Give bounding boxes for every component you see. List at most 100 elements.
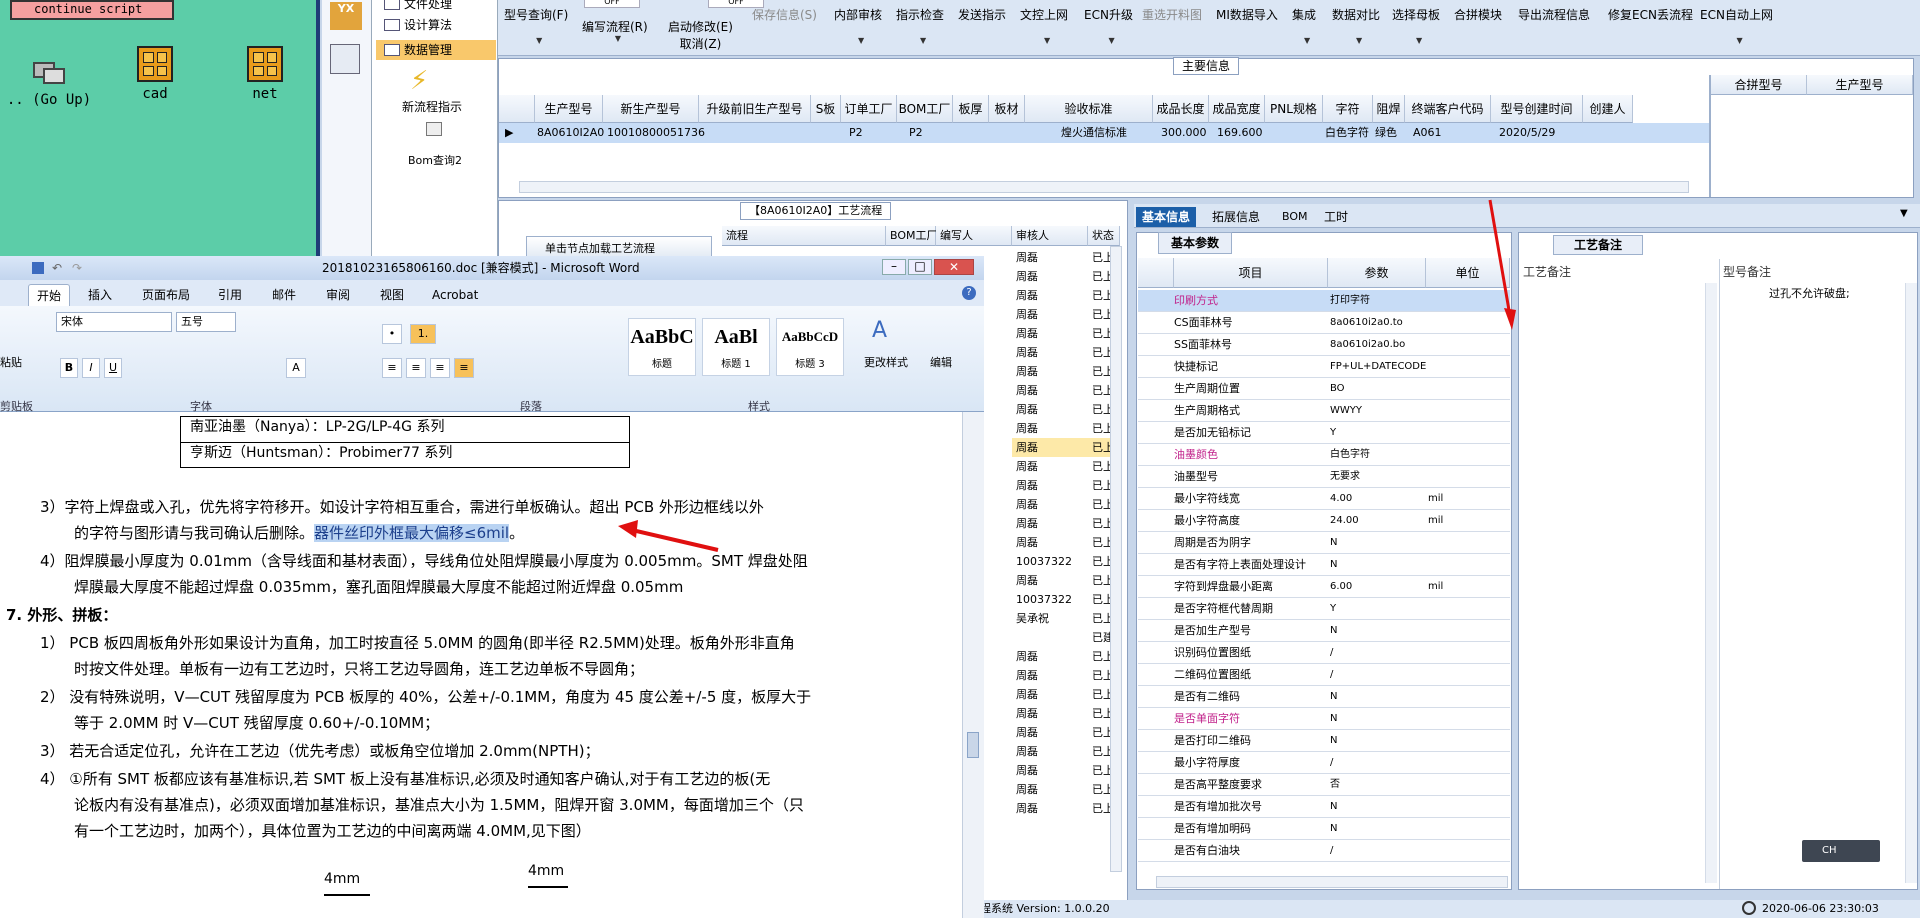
param-row[interactable]: 是否打印二维码 N (1138, 730, 1510, 752)
param-row[interactable]: 是否单面字符 N (1138, 708, 1510, 730)
tab-references[interactable]: 引用 (210, 284, 250, 306)
close-icon[interactable]: ✕ (934, 259, 974, 275)
col-header[interactable]: 字符 (1323, 95, 1373, 123)
col-header[interactable]: 新生产型号 (603, 95, 699, 123)
table-row[interactable]: 周磊 已上 (1012, 438, 1120, 457)
tools-icon[interactable] (330, 44, 360, 74)
h-scrollbar[interactable] (519, 181, 1689, 193)
col-header[interactable]: 审核人 (1012, 226, 1088, 246)
desktop-icon-cad[interactable]: cad (110, 46, 200, 102)
table-row[interactable]: 周磊 已上 (1012, 761, 1120, 780)
tb-internal-review[interactable]: 内部审核 ▼ (834, 6, 882, 45)
table-row[interactable]: 周磊 已上 (1012, 533, 1120, 552)
tab-basic-info[interactable]: 基本信息 (1136, 207, 1197, 227)
maximize-icon[interactable]: □ (908, 259, 932, 275)
col-header[interactable]: 验收标准 (1025, 95, 1153, 123)
edit-button[interactable]: 编辑 (930, 354, 952, 370)
bold-button[interactable]: B (60, 358, 78, 378)
side-col-header[interactable]: 合拼型号 (1711, 75, 1807, 95)
col-header[interactable]: PNL规格 (1265, 95, 1323, 123)
col-header[interactable]: 板厚 (953, 95, 989, 123)
col-header[interactable]: 参数 (1328, 258, 1426, 288)
v-scrollbar[interactable] (1905, 283, 1917, 883)
tb-check[interactable]: 指示检查 ▼ (896, 6, 944, 45)
tab-extended-info[interactable]: 拓展信息 (1206, 207, 1266, 227)
table-row[interactable]: 周磊 已上 (1012, 248, 1120, 267)
param-row[interactable]: 是否加无铅标记 Y (1138, 422, 1510, 444)
tb-doc-online[interactable]: 文控上网 ▼ (1020, 6, 1068, 45)
tab-insert[interactable]: 插入 (80, 284, 120, 306)
table-row[interactable]: 周磊 已上 (1012, 723, 1120, 742)
table-row[interactable]: 吴承祝 已上 (1012, 609, 1120, 628)
paste-button[interactable]: 粘贴 (0, 354, 22, 370)
col-header[interactable]: 项目 (1174, 258, 1328, 288)
style-heading3[interactable]: AaBbCcD 标题 3 (776, 318, 844, 376)
numbering-icon[interactable]: 1. (410, 324, 436, 344)
nav-item-design[interactable]: 设计算法 (376, 15, 496, 35)
bom-query-button[interactable]: Bom查询2 (408, 152, 462, 168)
table-row[interactable]: 周磊 已上 (1012, 286, 1120, 305)
font-size-select[interactable]: 五号 (176, 312, 236, 332)
param-row[interactable]: 生产周期位置 BO (1138, 378, 1510, 400)
param-row[interactable]: 是否有白油块 / (1138, 840, 1510, 862)
param-row[interactable]: 是否有增加批次号 N (1138, 796, 1510, 818)
table-row[interactable]: 周磊 已上 (1012, 324, 1120, 343)
tb-mi-import[interactable]: MI数据导入 (1216, 6, 1278, 23)
table-row[interactable]: 周磊 已上 (1012, 381, 1120, 400)
tb-write-flow[interactable]: 编写流程(R) ▼ (582, 18, 648, 43)
table-row[interactable]: 周磊 已上 (1012, 647, 1120, 666)
change-style-button[interactable]: 更改样式 (864, 354, 908, 370)
v-scrollbar[interactable] (1705, 283, 1717, 883)
param-row[interactable]: 二维码位置图纸 / (1138, 664, 1510, 686)
table-row[interactable]: 周磊 已上 (1012, 419, 1120, 438)
col-header[interactable]: 板材 (989, 95, 1025, 123)
param-row[interactable]: 油墨型号 无要求 (1138, 466, 1510, 488)
font-color-button[interactable]: A (286, 358, 306, 378)
table-row[interactable]: 周磊 已上 (1012, 305, 1120, 324)
col-header[interactable]: 型号创建时间 (1491, 95, 1583, 123)
tb-ecn-upgrade[interactable]: ECN升级 ▼ (1084, 6, 1133, 45)
align-center-icon[interactable]: ≡ (406, 358, 426, 378)
font-select[interactable]: 宋体 (56, 312, 172, 332)
document-body[interactable]: 南亚油墨（Nanya）：LP-2G/LP-4G 系列 亨斯迈（Huntsman）… (0, 412, 962, 918)
tb-send[interactable]: 发送指示 (958, 6, 1006, 23)
table-row[interactable]: 周磊 已上 (1012, 343, 1120, 362)
table-row[interactable]: 周磊 已上 (1012, 400, 1120, 419)
yx-logo-icon[interactable]: YX (330, 2, 362, 30)
toggle-switch[interactable]: OFF (584, 0, 640, 8)
tab-bom[interactable]: BOM (1276, 207, 1314, 227)
col-header[interactable]: 终端客户代码 (1405, 95, 1491, 123)
tb-integrate[interactable]: 集成 ▼ (1292, 6, 1316, 45)
col-header[interactable]: 创建人 (1583, 95, 1633, 123)
model-note-text[interactable]: 过孔不允许破盘; (1769, 285, 1850, 301)
col-header[interactable]: S板 (811, 95, 841, 123)
table-row[interactable]: 周磊 已上 (1012, 799, 1120, 818)
style-heading1[interactable]: AaBl 标题 1 (702, 318, 770, 376)
tab-review[interactable]: 审阅 (318, 284, 358, 306)
col-header[interactable]: 流程 (722, 226, 886, 246)
param-row[interactable]: 是否有二维码 N (1138, 686, 1510, 708)
param-row[interactable]: 油墨颜色 白色字符 (1138, 444, 1510, 466)
col-header[interactable]: 阻焊 (1373, 95, 1405, 123)
scroll-thumb[interactable] (967, 732, 979, 758)
param-row[interactable]: 最小字符线宽 4.00 mil (1138, 488, 1510, 510)
table-row[interactable]: 周磊 已上 (1012, 267, 1120, 286)
table-row[interactable]: 周磊 已上 (1012, 495, 1120, 514)
redo-icon[interactable]: ↷ (72, 256, 82, 280)
save-icon[interactable] (32, 262, 44, 274)
col-header[interactable]: 成品宽度 (1209, 95, 1265, 123)
table-row[interactable]: 周磊 已上 (1012, 571, 1120, 590)
tab-work-hours[interactable]: 工时 (1318, 207, 1354, 227)
param-row[interactable]: 周期是否为阴字 N (1138, 532, 1510, 554)
continue-script-button[interactable]: continue script (10, 0, 174, 20)
param-row[interactable]: 是否加生产型号 N (1138, 620, 1510, 642)
tb-reselect[interactable]: 重选开料图 (1142, 6, 1202, 23)
table-row[interactable]: 已建 (1012, 628, 1120, 647)
undo-icon[interactable]: ↶ (52, 256, 62, 280)
param-row[interactable]: CS面菲林号 8a0610i2a0.to (1138, 312, 1510, 334)
desktop-icon-net[interactable]: net (220, 46, 310, 102)
param-row[interactable]: 最小字符厚度 / (1138, 752, 1510, 774)
table-row[interactable]: 周磊 已上 (1012, 742, 1120, 761)
side-col-header[interactable]: 生产型号 (1807, 75, 1913, 95)
help-icon[interactable]: ? (962, 286, 976, 300)
